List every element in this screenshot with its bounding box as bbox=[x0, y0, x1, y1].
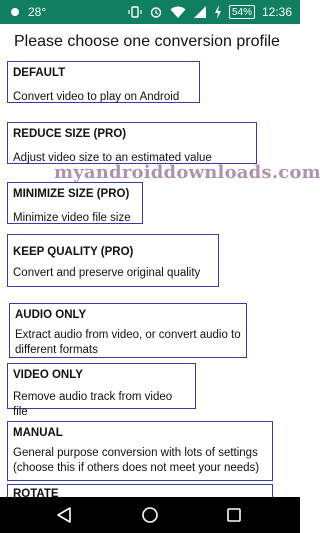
recents-icon[interactable] bbox=[225, 506, 243, 524]
profile-title: KEEP QUALITY (PRO) bbox=[13, 246, 134, 258]
profile-description: Minimize video file size bbox=[13, 212, 131, 224]
clock: 12:36 bbox=[261, 5, 292, 19]
weather-icon bbox=[8, 4, 22, 20]
profile-title: MANUAL bbox=[13, 427, 63, 439]
profile-title: ROTATE bbox=[13, 488, 59, 497]
battery-level: 54% bbox=[228, 5, 255, 19]
profile-title: MINIMIZE SIZE (PRO) bbox=[13, 188, 130, 200]
profile-video-only-card[interactable]: VIDEO ONLY Remove audio track from video… bbox=[7, 363, 196, 418]
vibrate-icon bbox=[128, 4, 142, 20]
profile-description: Remove audio track from video file bbox=[13, 391, 173, 418]
profile-default-card[interactable]: DEFAULT Convert video to play on Android bbox=[7, 61, 200, 103]
profile-minimize-size-card[interactable]: MINIMIZE SIZE (PRO) Minimize video file … bbox=[7, 182, 143, 224]
home-icon[interactable] bbox=[141, 506, 159, 524]
profile-title: VIDEO ONLY bbox=[13, 369, 83, 381]
watermark: myandroiddownloads.com bbox=[54, 162, 320, 183]
page-title: Please choose one conversion profile bbox=[14, 33, 280, 50]
profile-audio-only-card[interactable]: AUDIO ONLY Extract audio from video, or … bbox=[9, 303, 247, 358]
profile-reduce-size-card[interactable]: REDUCE SIZE (PRO) Adjust video size to a… bbox=[7, 122, 257, 164]
temperature: 28° bbox=[28, 5, 47, 19]
profile-description: Extract audio from video, or convert aud… bbox=[15, 329, 241, 356]
profile-rotate-card[interactable]: ROTATE bbox=[7, 484, 273, 497]
profile-keep-quality-card[interactable]: KEEP QUALITY (PRO) Convert and preserve … bbox=[7, 234, 219, 287]
battery-charging-icon bbox=[214, 4, 222, 20]
profile-description: General purpose conversion with lots of … bbox=[13, 447, 260, 474]
profile-description: Convert and preserve original quality bbox=[13, 267, 201, 279]
profile-manual-card[interactable]: MANUAL General purpose conversion with l… bbox=[7, 421, 273, 481]
back-icon[interactable] bbox=[55, 506, 73, 524]
wifi-icon bbox=[170, 4, 186, 20]
navigation-bar bbox=[0, 497, 300, 533]
profile-title: AUDIO ONLY bbox=[15, 309, 87, 321]
signal-icon bbox=[193, 4, 207, 20]
profile-description: Convert video to play on Android bbox=[13, 91, 180, 103]
profile-title: REDUCE SIZE (PRO) bbox=[13, 128, 127, 140]
profile-title: DEFAULT bbox=[13, 67, 66, 79]
status-bar: 28° 54% 12:36 bbox=[0, 0, 300, 24]
alarm-icon bbox=[149, 4, 163, 20]
